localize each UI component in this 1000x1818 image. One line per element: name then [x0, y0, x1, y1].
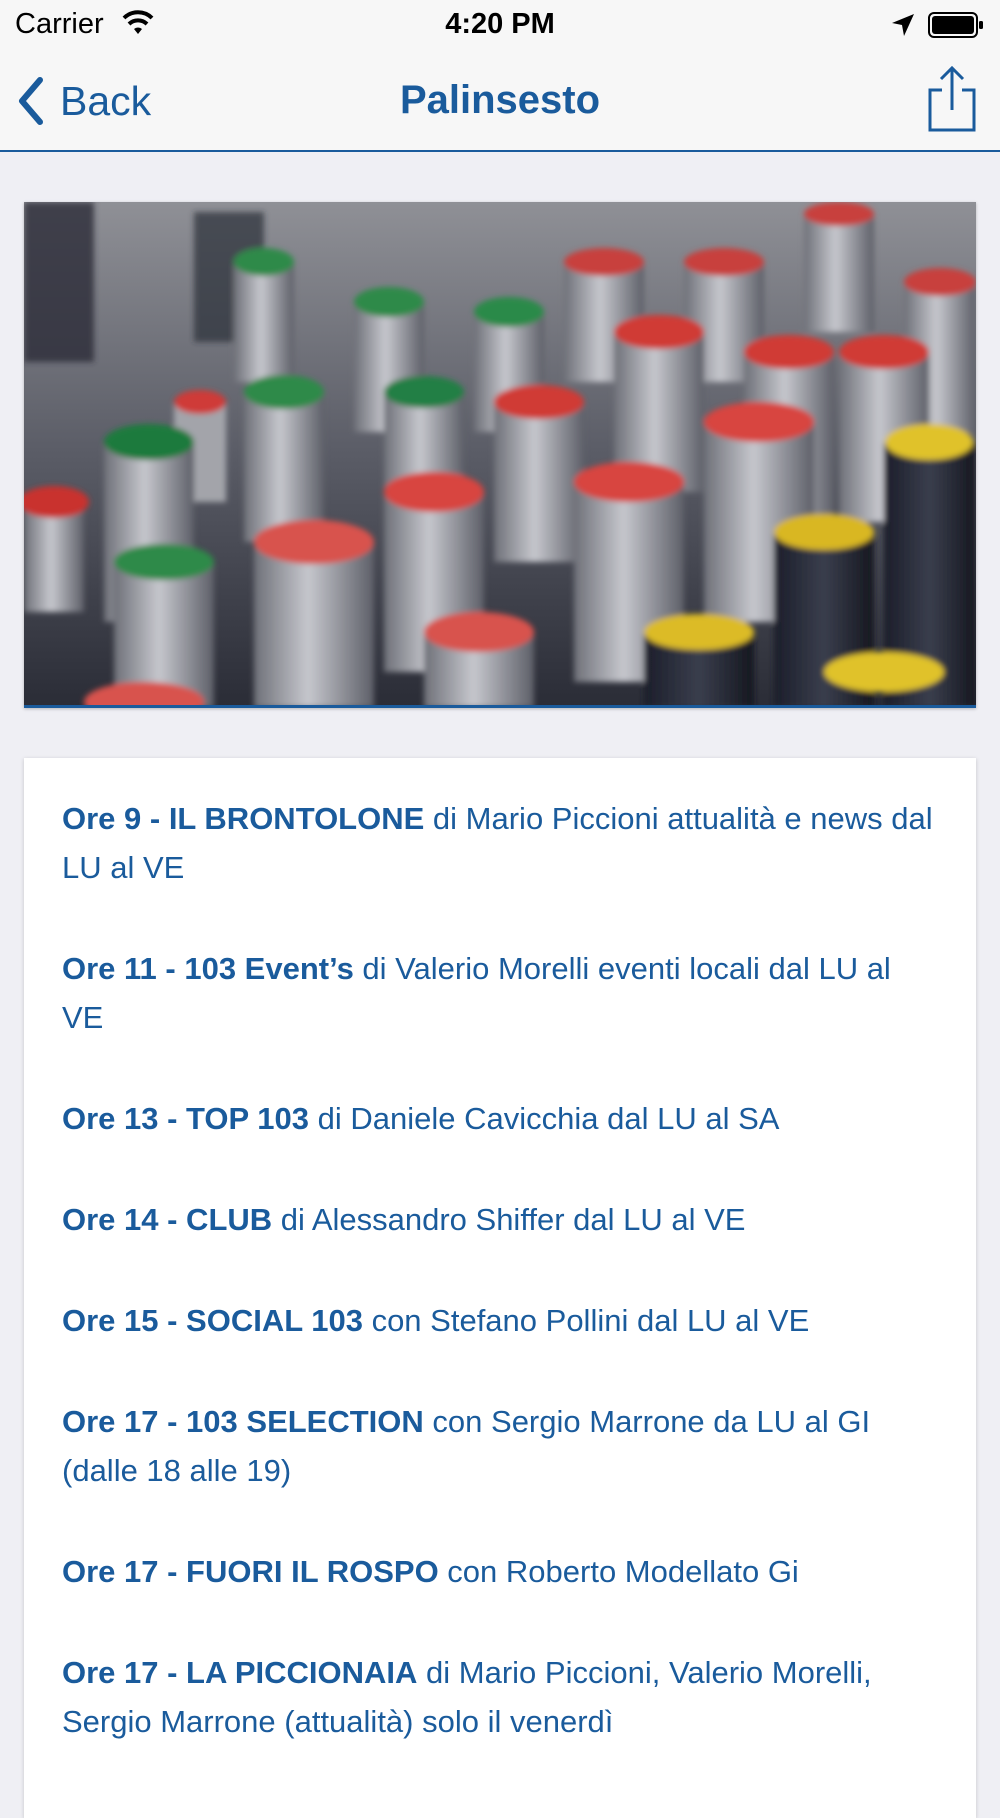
schedule-item-title: Ore 14 - CLUB: [62, 1202, 273, 1237]
schedule-item: Ore 17 - FUORI IL ROSPO con Roberto Mode…: [62, 1547, 938, 1596]
schedule-item-description: con Stefano Pollini dal LU al VE: [362, 1303, 810, 1338]
schedule-item: Ore 14 - CLUB di Alessandro Shiffer dal …: [62, 1195, 938, 1244]
hero-image: [24, 202, 976, 708]
schedule-item: Ore 17 - LA PICCIONAIA di Mario Piccioni…: [62, 1648, 938, 1746]
location-arrow-icon: [892, 14, 914, 36]
battery-icon: [928, 12, 983, 38]
schedule-item-title: Ore 17 - 103 SELECTION: [62, 1404, 424, 1439]
navigation-bar: Back Palinsesto: [0, 50, 1000, 152]
schedule-item: Ore 17 - 103 SELECTION con Sergio Marron…: [62, 1397, 938, 1495]
page-title: Palinsesto: [399, 78, 601, 122]
schedule-item-description: di Daniele Cavicchia dal LU al SA: [309, 1101, 780, 1136]
schedule-item-title: Ore 17 - FUORI IL ROSPO: [62, 1554, 439, 1589]
schedule-item-title: Ore 9 - IL BRONTOLONE: [62, 801, 425, 836]
share-icon[interactable]: [924, 64, 980, 134]
schedule-item: Ore 9 - IL BRONTOLONE di Mario Piccioni …: [62, 794, 938, 892]
status-bar: Carrier 4:20 PM: [0, 0, 1000, 50]
schedule-item: Ore 11 - 103 Event’s di Valerio Morelli …: [62, 944, 938, 1042]
clock: 4:20 PM: [445, 8, 555, 40]
schedule-item-description: di Alessandro Shiffer dal LU al VE: [272, 1202, 746, 1237]
schedule-item: Ore 15 - SOCIAL 103 con Stefano Pollini …: [62, 1296, 938, 1345]
schedule-card: Ore 9 - IL BRONTOLONE di Mario Piccioni …: [24, 758, 976, 1818]
schedule-item: Ore 13 - TOP 103 di Daniele Cavicchia da…: [62, 1094, 938, 1143]
schedule-item-title: Ore 11 - 103 Event’s: [62, 951, 354, 986]
schedule-item-title: Ore 15 - SOCIAL 103: [62, 1303, 363, 1338]
schedule-item-title: Ore 13 - TOP 103: [62, 1101, 310, 1136]
schedule-item-description: con Roberto Modellato Gi: [438, 1554, 799, 1589]
schedule-item-title: Ore 17 - LA PICCIONAIA: [62, 1655, 418, 1690]
